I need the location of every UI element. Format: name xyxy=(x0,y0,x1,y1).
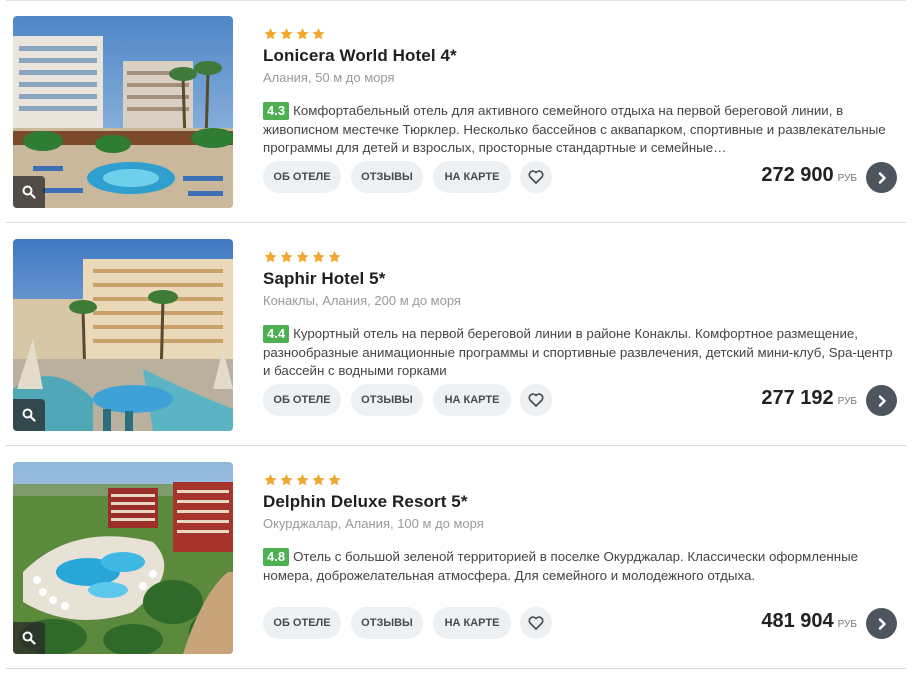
price: 277 192 РУБ xyxy=(761,387,857,410)
favorite-button[interactable] xyxy=(520,607,552,639)
price: 272 900 РУБ xyxy=(761,164,857,187)
heart-icon xyxy=(528,170,544,184)
card-divider xyxy=(6,668,906,669)
map-button[interactable]: НА КАРТЕ xyxy=(433,384,511,416)
star-rating xyxy=(263,27,326,41)
star-icon xyxy=(264,28,277,40)
favorite-button[interactable] xyxy=(520,161,552,193)
hotel-description: 4.8 Отель с большой зеленой территорией в… xyxy=(263,548,903,585)
reviews-button[interactable]: ОТЗЫВЫ xyxy=(351,607,423,639)
star-icon xyxy=(280,28,293,40)
about-hotel-button[interactable]: ОБ ОТЕЛЕ xyxy=(263,607,341,639)
hotel-description: 4.3 Комфортабельный отель для активного с… xyxy=(263,102,903,158)
rating-badge: 4.8 xyxy=(263,548,290,566)
star-rating xyxy=(263,473,342,487)
hotel-photo[interactable] xyxy=(13,16,233,208)
price-currency: РУБ xyxy=(837,619,857,630)
open-hotel-button[interactable] xyxy=(866,385,897,416)
map-button[interactable]: НА КАРТЕ xyxy=(433,607,511,639)
about-hotel-button[interactable]: ОБ ОТЕЛЕ xyxy=(263,384,341,416)
hotel-name[interactable]: Delphin Deluxe Resort 5* xyxy=(263,492,468,512)
heart-icon xyxy=(528,393,544,407)
hotel-location: Окурджалар, Алания, 100 м до моря xyxy=(263,516,484,531)
star-icon xyxy=(296,251,309,263)
star-icon xyxy=(296,28,309,40)
chevron-right-icon xyxy=(878,171,886,184)
about-hotel-button[interactable]: ОБ ОТЕЛЕ xyxy=(263,161,341,193)
star-rating xyxy=(263,250,342,264)
star-icon xyxy=(280,251,293,263)
star-icon xyxy=(312,28,325,40)
reviews-button[interactable]: ОТЗЫВЫ xyxy=(351,161,423,193)
rating-badge: 4.3 xyxy=(263,102,290,120)
description-text: Отель с большой зеленой территорией в по… xyxy=(263,549,859,583)
hotel-card: Lonicera World Hotel 4* Алания, 50 м до … xyxy=(0,0,921,223)
price-amount: 277 192 xyxy=(761,387,834,409)
hotel-name[interactable]: Lonicera World Hotel 4* xyxy=(263,46,457,66)
hotel-photo[interactable] xyxy=(13,462,233,654)
price-amount: 481 904 xyxy=(761,610,834,632)
search-icon xyxy=(22,631,36,645)
hotel-name[interactable]: Saphir Hotel 5* xyxy=(263,269,385,289)
map-button[interactable]: НА КАРТЕ xyxy=(433,161,511,193)
price-amount: 272 900 xyxy=(761,164,834,186)
star-icon xyxy=(328,251,341,263)
description-text: Курортный отель на первой береговой лини… xyxy=(263,326,893,378)
open-hotel-button[interactable] xyxy=(866,162,897,193)
star-icon xyxy=(264,474,277,486)
price-currency: РУБ xyxy=(837,173,857,184)
hotel-card: Delphin Deluxe Resort 5* Окурджалар, Ала… xyxy=(0,446,921,669)
star-icon xyxy=(280,474,293,486)
star-icon xyxy=(296,474,309,486)
hotel-location: Конаклы, Алания, 200 м до моря xyxy=(263,293,461,308)
hotel-location: Алания, 50 м до моря xyxy=(263,70,395,85)
rating-badge: 4.4 xyxy=(263,325,290,343)
star-icon xyxy=(264,251,277,263)
zoom-button[interactable] xyxy=(13,399,45,431)
chevron-right-icon xyxy=(878,617,886,630)
heart-icon xyxy=(528,616,544,630)
search-icon xyxy=(22,408,36,422)
star-icon xyxy=(312,474,325,486)
star-icon xyxy=(312,251,325,263)
price-currency: РУБ xyxy=(837,396,857,407)
zoom-button[interactable] xyxy=(13,176,45,208)
star-icon xyxy=(328,474,341,486)
search-icon xyxy=(22,185,36,199)
reviews-button[interactable]: ОТЗЫВЫ xyxy=(351,384,423,416)
favorite-button[interactable] xyxy=(520,384,552,416)
hotel-photo[interactable] xyxy=(13,239,233,431)
hotel-description: 4.4 Курортный отель на первой береговой л… xyxy=(263,325,903,381)
price: 481 904 РУБ xyxy=(761,610,857,633)
hotel-card: Saphir Hotel 5* Конаклы, Алания, 200 м д… xyxy=(0,223,921,446)
description-text: Комфортабельный отель для активного семе… xyxy=(263,103,886,155)
open-hotel-button[interactable] xyxy=(866,608,897,639)
zoom-button[interactable] xyxy=(13,622,45,654)
chevron-right-icon xyxy=(878,394,886,407)
